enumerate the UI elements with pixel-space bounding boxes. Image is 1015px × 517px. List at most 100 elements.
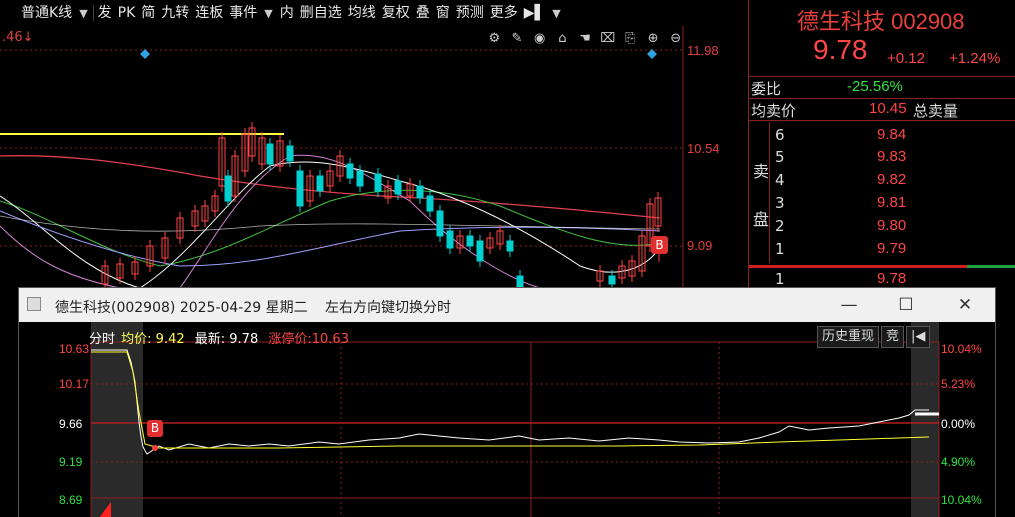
candle-body bbox=[296, 170, 304, 207]
toolbar-lianban[interactable]: 连板 bbox=[192, 2, 226, 24]
toolbar-shanzixuan[interactable]: 删自选 bbox=[297, 2, 345, 24]
ask-price[interactable]: 9.83 bbox=[877, 148, 906, 165]
chevron-down-icon[interactable]: ▼ bbox=[260, 7, 276, 20]
legend-fenshi: 分时 bbox=[89, 332, 116, 347]
chevron-down-icon[interactable]: ▼ bbox=[548, 7, 564, 20]
candle-body bbox=[394, 180, 402, 195]
intraday-right-pct: 0.00% bbox=[941, 417, 976, 431]
buy-marker[interactable]: B bbox=[651, 236, 668, 254]
history-replay-button[interactable]: 历史重现 bbox=[817, 326, 880, 348]
hand-icon[interactable]: ☚ bbox=[576, 30, 595, 48]
intraday-popup: 德生科技(002908) 2025-04-29 星期二 左右方向键切换分时 — … bbox=[18, 287, 996, 517]
toolbar-shijian[interactable]: 事件 bbox=[226, 2, 260, 24]
intraday-left-price: 10.17 bbox=[59, 377, 90, 391]
toolbar-jian[interactable]: 简 bbox=[138, 2, 158, 24]
price-line bbox=[91, 349, 929, 455]
avg-sell-row: 均卖价 10.45 总卖量 bbox=[749, 100, 1015, 122]
ask-level: 6 bbox=[775, 126, 785, 144]
y-axis-label: 9.09 bbox=[687, 238, 713, 253]
candle-body bbox=[286, 145, 294, 162]
ask-level: 3 bbox=[775, 194, 785, 212]
ask-level: 5 bbox=[775, 148, 785, 166]
settings-icon[interactable]: ⚙ bbox=[485, 30, 504, 48]
toolbar-fuquan[interactable]: 复权 bbox=[379, 2, 413, 24]
legend-avg: 均价: 9.42 bbox=[121, 332, 185, 347]
divider bbox=[749, 98, 1015, 99]
ask-price[interactable]: 9.80 bbox=[877, 217, 906, 234]
go-first-icon[interactable]: |◀ bbox=[906, 326, 931, 348]
candle-body bbox=[374, 173, 382, 192]
lock-icon[interactable]: ⌧ bbox=[598, 30, 617, 48]
close-icon[interactable]: ✕ bbox=[952, 292, 978, 318]
toolbar-pk[interactable]: PK bbox=[115, 2, 139, 24]
avg-price-line bbox=[91, 351, 930, 449]
candle-body bbox=[608, 275, 616, 285]
sell-side-label: 盘 bbox=[753, 210, 770, 229]
toolbar-chuang[interactable]: 窗 bbox=[433, 2, 453, 24]
intraday-chart-area[interactable] bbox=[19, 322, 995, 517]
intraday-right-pct: 5.23% bbox=[941, 377, 976, 391]
candle-body bbox=[224, 175, 232, 202]
legend-latest: 最新: 9.78 bbox=[194, 332, 259, 347]
popup-titlebar[interactable]: 德生科技(002908) 2025-04-29 星期二 左右方向键切换分时 — … bbox=[19, 288, 995, 322]
total-sell-label: 总卖量 bbox=[913, 102, 959, 120]
candle-body bbox=[476, 240, 484, 262]
camera-icon[interactable]: ⌂ bbox=[553, 30, 572, 48]
ask-price[interactable]: 9.82 bbox=[877, 171, 906, 188]
export-icon[interactable]: ⎘ bbox=[621, 30, 640, 48]
bid-price[interactable]: 9.78 bbox=[877, 270, 906, 287]
toolbar-fa[interactable]: 发 bbox=[95, 2, 115, 24]
candles-group bbox=[101, 122, 662, 288]
expand-panel-icon[interactable]: ▶▌ bbox=[521, 2, 549, 24]
divider bbox=[92, 5, 94, 21]
price-change-pct: +1.24% bbox=[949, 50, 1001, 67]
candle-body bbox=[466, 235, 474, 247]
sell-side-label: 卖 bbox=[753, 162, 770, 181]
candle-body bbox=[356, 170, 364, 187]
intraday-chart[interactable] bbox=[19, 322, 995, 517]
intraday-right-pct: 4.90% bbox=[941, 455, 976, 469]
toolbar-die[interactable]: 叠 bbox=[413, 2, 433, 24]
toolbar-nei[interactable]: 内 bbox=[277, 2, 297, 24]
ma-purple-line bbox=[0, 154, 541, 288]
intraday-left-price: 9.66 bbox=[59, 417, 83, 431]
price-change: +0.12 bbox=[887, 50, 925, 67]
chevron-down-icon[interactable]: ▼ bbox=[75, 7, 91, 20]
toolbar-spacer bbox=[0, 2, 18, 24]
bid-button[interactable]: 竞 bbox=[881, 326, 905, 348]
toolbar-yuce[interactable]: 预测 bbox=[453, 2, 487, 24]
toolbar-kline-type[interactable]: 普通K线 bbox=[18, 2, 75, 24]
last-price: 9.78 bbox=[813, 34, 868, 65]
ask-level: 4 bbox=[775, 171, 785, 189]
draw-pen-icon[interactable]: ✎ bbox=[508, 30, 527, 48]
window-app-icon bbox=[27, 297, 41, 311]
price-axis: 11.98 10.54 9.09 bbox=[683, 26, 747, 288]
intraday-left-price: 8.69 bbox=[59, 493, 83, 507]
ask-price[interactable]: 9.81 bbox=[877, 194, 906, 211]
weibi-label: 委比 bbox=[751, 80, 782, 98]
ask-price[interactable]: 9.84 bbox=[877, 126, 906, 143]
avg-sell-value: 10.45 bbox=[869, 100, 907, 117]
buy-volume-bar bbox=[967, 265, 1015, 268]
toolbar-gengduo[interactable]: 更多 bbox=[487, 2, 521, 24]
ask-price[interactable]: 9.79 bbox=[877, 240, 906, 257]
legend-limit: 涨停价:10.63 bbox=[268, 332, 349, 347]
intraday-buttons: 历史重现 竞 |◀ bbox=[817, 326, 931, 348]
intraday-left-price: 10.63 bbox=[59, 342, 90, 356]
bid-level: 1 bbox=[775, 270, 785, 288]
divider bbox=[769, 122, 770, 263]
stock-name[interactable]: 德生科技 002908 bbox=[797, 4, 965, 36]
kline-chart[interactable] bbox=[0, 26, 748, 288]
minimize-icon[interactable]: — bbox=[836, 292, 862, 318]
ma-blue-line bbox=[0, 210, 661, 267]
divider bbox=[749, 76, 1015, 77]
buy-marker[interactable]: B bbox=[147, 420, 163, 437]
avg-sell-label: 均卖价 bbox=[751, 102, 797, 120]
chart-tools: ⚙ ✎ ◉ ⌂ ☚ ⌧ ⎘ ⊕ ⊖ bbox=[485, 29, 685, 49]
zoom-in-icon[interactable]: ⊕ bbox=[644, 30, 663, 48]
toolbar-jiuzhuan[interactable]: 九转 bbox=[158, 2, 192, 24]
toolbar-junxian[interactable]: 均线 bbox=[345, 2, 379, 24]
maximize-icon[interactable]: ☐ bbox=[893, 292, 919, 318]
eye-icon[interactable]: ◉ bbox=[530, 30, 549, 48]
ma-gray-line bbox=[0, 215, 661, 232]
